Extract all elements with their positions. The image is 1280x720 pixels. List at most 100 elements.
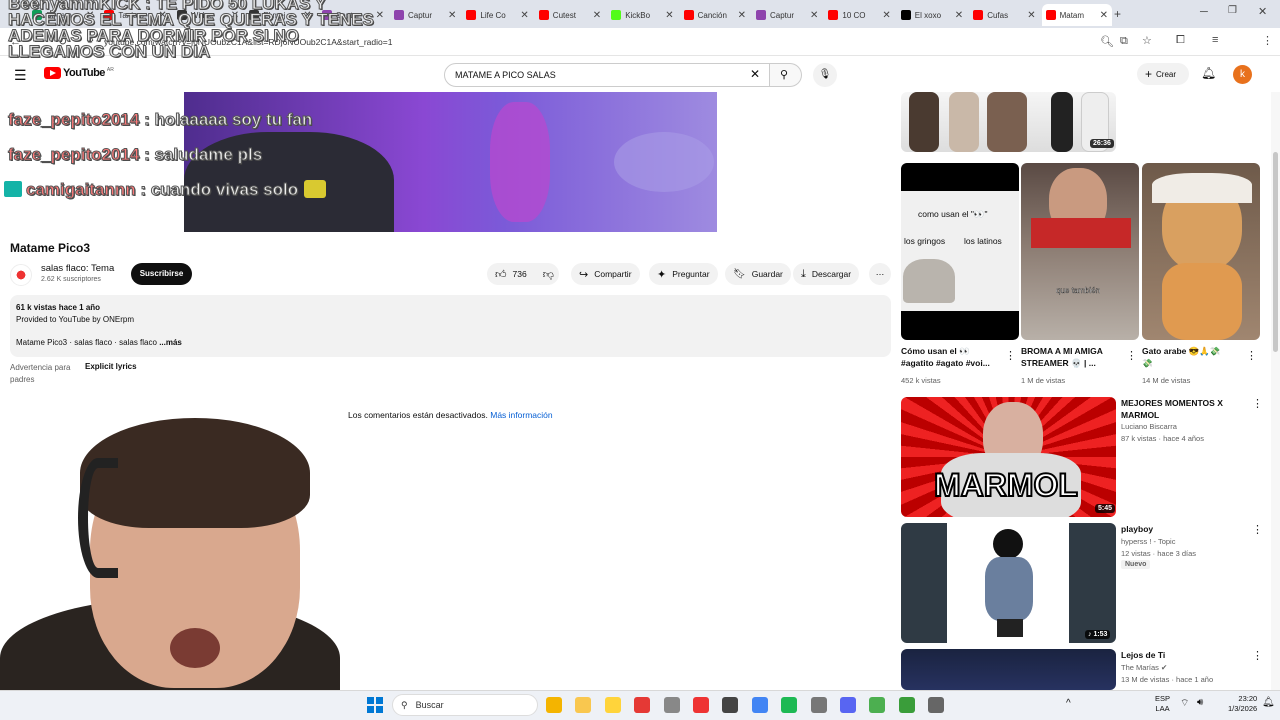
close-window-icon[interactable]: ✕ <box>1258 5 1267 18</box>
close-tab-icon[interactable]: ✕ <box>1100 10 1108 21</box>
browser-tab[interactable]: 10 CO ✕ <box>824 4 894 26</box>
video-channel[interactable]: hyperss ! - Topic <box>1121 536 1175 547</box>
video-thumbnail[interactable]: ♪ 1:53 <box>901 523 1116 643</box>
notifications-bell-icon[interactable]: 🔔︎ <box>1201 66 1216 80</box>
start-button[interactable] <box>367 697 383 713</box>
video-title[interactable]: MEJORES MOMENTOS X MARMOL <box>1121 397 1246 421</box>
chrome-icon[interactable] <box>693 697 709 713</box>
close-tab-icon[interactable]: ✕ <box>738 10 746 21</box>
minimize-icon[interactable]: ─ <box>1200 6 1208 18</box>
kebab-menu-icon[interactable]: ⋮ <box>1252 523 1263 536</box>
short-title[interactable]: BROMA A MI AMIGA STREAMER 💀 | ... <box>1021 345 1121 369</box>
browser-tab[interactable]: Cutest ✕ <box>535 4 605 26</box>
page-scrollbar[interactable] <box>1271 92 1280 690</box>
show-more-link[interactable]: ...más <box>159 338 182 347</box>
spotify-icon[interactable] <box>781 697 798 713</box>
kebab-menu-icon[interactable]: ⋮ <box>1246 349 1257 362</box>
video-channel[interactable]: Luciano Biscarra <box>1121 421 1177 432</box>
taskbar-search[interactable]: ⚲ Buscar <box>392 694 538 716</box>
browser-tab[interactable]: Cufas ✕ <box>969 4 1039 26</box>
sticky-notes-icon[interactable] <box>604 697 621 713</box>
browser-tab[interactable]: Matam ✕ <box>1041 4 1112 26</box>
short-thumbnail[interactable] <box>1142 163 1260 340</box>
more-info-link[interactable]: Más información <box>490 410 552 420</box>
close-tab-icon[interactable]: ✕ <box>1027 10 1035 21</box>
close-tab-icon[interactable]: ✕ <box>448 10 456 21</box>
tray-overflow-icon[interactable]: ^ <box>1066 698 1071 709</box>
save-button[interactable]: 🔖︎ Guardar <box>725 263 791 285</box>
close-tab-icon[interactable]: ✕ <box>810 10 818 21</box>
like-dislike-group: 👍︎ 736 👎︎ <box>487 263 559 285</box>
video-thumbnail[interactable]: MARMOL 5:45 <box>901 397 1116 517</box>
reading-list-icon[interactable]: ≡ <box>1212 34 1218 46</box>
like-button[interactable]: 👍︎ 736 <box>495 268 527 281</box>
cast-icon[interactable]: ⧉ <box>1120 35 1128 48</box>
close-tab-icon[interactable]: ✕ <box>593 10 601 21</box>
channel-name[interactable]: salas flaco: Tema <box>41 263 114 274</box>
description-box[interactable]: 61 k vistas hace 1 año Provided to YouTu… <box>10 295 891 357</box>
language-indicator[interactable]: ESP LAA <box>1155 694 1170 714</box>
extensions-icon[interactable]: ⧠ <box>1176 34 1185 47</box>
kebab-menu-icon[interactable]: ⋮ <box>1252 649 1263 662</box>
browser-tab[interactable]: Life Co ✕ <box>462 4 532 26</box>
edge-icon[interactable] <box>751 697 768 713</box>
close-tab-icon[interactable]: ✕ <box>376 10 384 21</box>
video-title[interactable]: Lejos de Ti <box>1121 649 1165 661</box>
volume-icon[interactable]: 🔊︎ <box>1197 697 1203 708</box>
dislike-button[interactable]: 👎︎ <box>543 268 554 281</box>
close-tab-icon[interactable]: ✕ <box>882 10 890 21</box>
browser-tab[interactable]: Captur ✕ <box>752 4 822 26</box>
short-title[interactable]: Cómo usan el 👀 #agatito #agato #voi... <box>901 345 1001 369</box>
new-tab-icon[interactable]: + <box>1114 7 1121 21</box>
kebab-menu-icon[interactable]: ⋮ <box>1126 349 1137 362</box>
scrollbar-thumb[interactable] <box>1273 152 1278 352</box>
kebab-menu-icon[interactable]: ⋮ <box>1252 397 1263 410</box>
notepad-icon[interactable] <box>810 697 827 713</box>
settings-icon[interactable] <box>928 697 945 713</box>
notification-center-icon[interactable]: 🔔︎ <box>1262 697 1275 708</box>
obs-icon[interactable] <box>722 697 739 713</box>
short-title[interactable]: Gato arabe 😎🙏💸 💸 <box>1142 345 1242 369</box>
hamburger-menu-icon[interactable]: ☰ <box>14 67 27 84</box>
kebab-menu-icon[interactable]: ⋮ <box>1005 349 1016 362</box>
share-button[interactable]: ↪ Compartir <box>571 263 640 285</box>
clear-search-icon[interactable]: ✕ <box>750 67 760 81</box>
search-button[interactable]: ⚲ <box>770 63 802 87</box>
video-thumbnail[interactable] <box>901 649 1116 690</box>
account-avatar[interactable]: k <box>1233 65 1252 84</box>
bookmark-star-icon[interactable]: ☆ <box>1142 34 1152 47</box>
browser-tab[interactable]: Captur ✕ <box>390 4 460 26</box>
browser-tab[interactable]: Canción ✕ <box>680 4 750 26</box>
video-title[interactable]: playboy <box>1121 523 1153 535</box>
video-channel[interactable]: The Marías ✔ <box>1121 662 1167 673</box>
widgets-icon[interactable] <box>546 697 562 713</box>
more-actions-button[interactable]: ⋯ <box>869 263 891 285</box>
app-icon[interactable] <box>634 697 651 713</box>
short-thumbnail[interactable]: como usan el "👀" los gringos los latinos <box>901 163 1019 340</box>
zoom-icon[interactable]: 🔍︎ <box>1100 35 1114 48</box>
voice-search-icon[interactable]: 🎙︎ <box>813 63 837 87</box>
download-button[interactable]: ⤓ Descargar <box>793 263 860 285</box>
file-explorer-icon[interactable] <box>575 697 592 713</box>
youtube-logo[interactable]: YouTube AR <box>44 67 114 79</box>
browser-tab[interactable]: KickBo ✕ <box>607 4 677 26</box>
channel-avatar[interactable] <box>10 264 32 286</box>
short-thumbnail[interactable]: que también <box>1021 163 1139 340</box>
search-input[interactable]: MATAME A PICO SALAS <box>444 63 770 87</box>
browser-menu-icon[interactable]: ⋮ <box>1262 34 1273 47</box>
create-button[interactable]: + Crear <box>1137 63 1189 85</box>
clock[interactable]: 23:20 1/3/2026 <box>1228 694 1257 714</box>
wifi-icon[interactable]: ⌔ <box>1180 697 1189 710</box>
browser-tab[interactable]: El xoxo ✕ <box>897 4 967 26</box>
sidebar-top-thumbnail[interactable]: 26:36 <box>901 92 1116 152</box>
subscribe-button[interactable]: Suscribirse <box>131 263 192 285</box>
app-icon[interactable] <box>898 697 915 713</box>
ask-button[interactable]: ✦ Preguntar <box>649 263 718 285</box>
discord-icon[interactable] <box>840 697 856 713</box>
maximize-icon[interactable]: ❐ <box>1228 5 1237 16</box>
close-tab-icon[interactable]: ✕ <box>665 10 673 21</box>
close-tab-icon[interactable]: ✕ <box>955 10 963 21</box>
minecraft-icon[interactable] <box>869 697 886 713</box>
close-tab-icon[interactable]: ✕ <box>520 10 528 21</box>
calculator-icon[interactable] <box>663 697 680 713</box>
